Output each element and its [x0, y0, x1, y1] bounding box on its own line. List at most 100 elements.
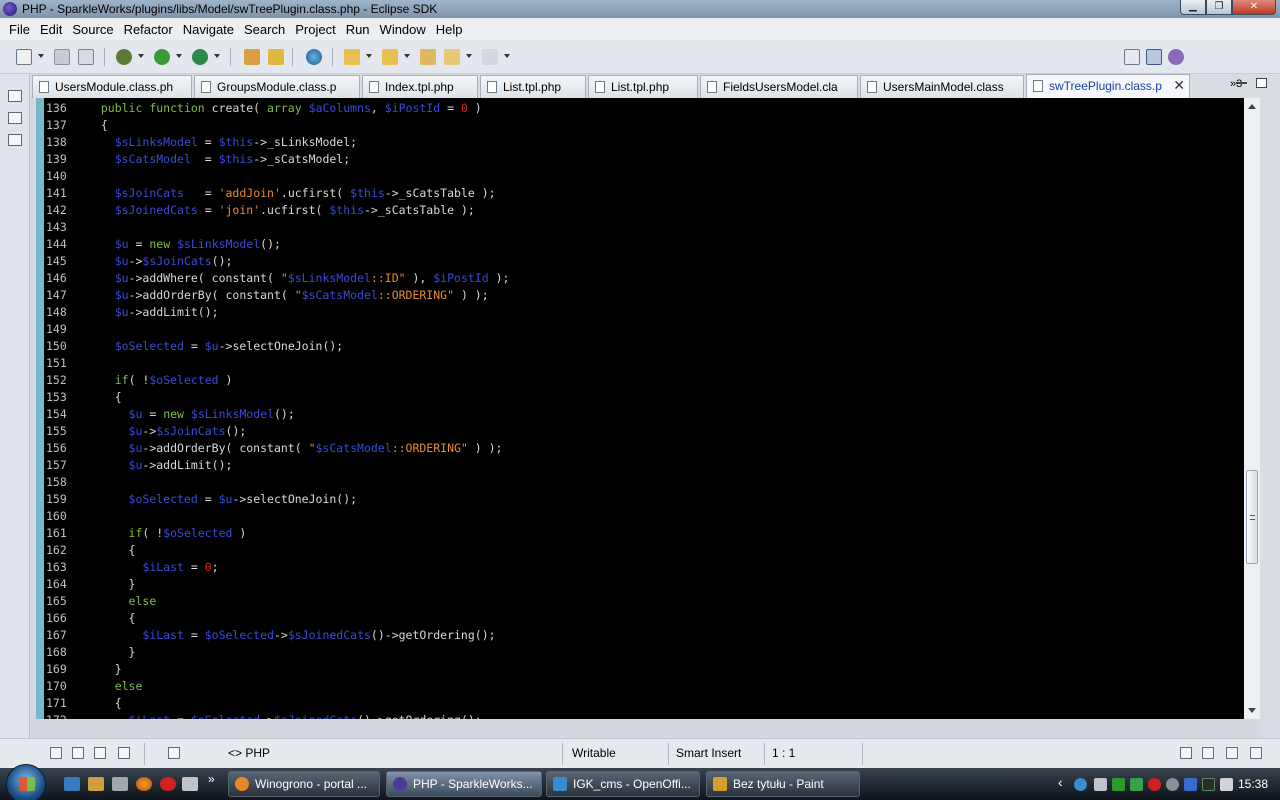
open-type-icon[interactable] — [244, 49, 260, 65]
maximize-button[interactable]: ❐ — [1206, 0, 1232, 15]
code-line[interactable]: $sCatsModel = $this->_sCatsModel; — [87, 151, 350, 168]
code-line[interactable]: $iLast = $oSelected->$sJoinedCats()->get… — [87, 627, 495, 644]
tab-users-main-model[interactable]: UsersMainModel.class — [860, 75, 1024, 98]
close-tab-icon[interactable]: ✕ — [1173, 77, 1185, 94]
scroll-thumb[interactable] — [1246, 470, 1258, 564]
new-dropdown-icon[interactable] — [38, 54, 44, 58]
globe-icon[interactable] — [306, 49, 322, 65]
code-line[interactable]: $u->addLimit(); — [87, 304, 219, 321]
quicklaunch-overflow[interactable]: » — [208, 772, 215, 786]
previous-annotation-dropdown-icon[interactable] — [404, 54, 410, 58]
code-line[interactable]: $iLast = $oSelected->$sJoinedCats()->get… — [87, 712, 482, 719]
taskbar-item-winogrono[interactable]: Winogrono - portal ... — [228, 771, 380, 797]
users-icon[interactable] — [88, 777, 104, 791]
code-line[interactable]: { — [87, 389, 122, 406]
menu-search[interactable]: Search — [239, 22, 290, 37]
tab-list-tpl-2[interactable]: List.tpl.php — [588, 75, 698, 98]
code-line[interactable]: { — [87, 542, 136, 559]
forward-icon[interactable] — [482, 49, 498, 65]
external-tools-icon[interactable] — [192, 49, 208, 65]
code-line[interactable]: } — [87, 644, 136, 661]
firefox-icon[interactable] — [136, 777, 152, 791]
new-file-icon[interactable] — [16, 49, 32, 65]
run-icon[interactable] — [154, 49, 170, 65]
console-view-icon[interactable] — [1226, 747, 1238, 759]
debug-dropdown-icon[interactable] — [138, 54, 144, 58]
settings-gear-icon[interactable] — [1166, 778, 1179, 791]
tab-list-tpl-1[interactable]: List.tpl.php — [480, 75, 586, 98]
start-button[interactable] — [6, 764, 46, 800]
hierarchy-view-icon[interactable] — [94, 747, 106, 759]
next-annotation-icon[interactable] — [344, 49, 360, 65]
opera-icon[interactable] — [160, 777, 176, 791]
code-line[interactable]: $u->addLimit(); — [87, 457, 233, 474]
volume-icon[interactable] — [1220, 778, 1233, 791]
fast-view-icon[interactable] — [50, 747, 62, 759]
show-desktop-icon[interactable] — [64, 777, 80, 791]
menu-help[interactable]: Help — [431, 22, 468, 37]
new-view-icon[interactable] — [168, 747, 180, 759]
tray-expand-icon[interactable]: ‹ — [1058, 774, 1063, 790]
menu-project[interactable]: Project — [290, 22, 340, 37]
close-button[interactable]: ✕ — [1232, 0, 1276, 15]
tab-fields-users-model[interactable]: FieldsUsersModel.cla — [700, 75, 858, 98]
menu-source[interactable]: Source — [67, 22, 118, 37]
taskbar-item-eclipse[interactable]: PHP - SparkleWorks... — [386, 771, 542, 797]
print-icon[interactable] — [78, 49, 94, 65]
task-view-icon[interactable] — [118, 747, 130, 759]
code-line[interactable]: { — [87, 117, 108, 134]
restore-panel-icon[interactable] — [1180, 747, 1192, 759]
speedfan-icon[interactable] — [1184, 778, 1197, 791]
tab-groups-module[interactable]: GroupsModule.class.p — [194, 75, 360, 98]
maximize-editor-icon[interactable] — [1256, 78, 1267, 88]
tab-index-tpl[interactable]: Index.tpl.php — [362, 75, 478, 98]
battery-icon[interactable] — [1112, 778, 1125, 791]
code-line[interactable]: $u->addOrderBy( constant( "$sCatsModel::… — [87, 440, 503, 457]
back-dropdown-icon[interactable] — [466, 54, 472, 58]
tab-overflow-button[interactable]: »3 — [1230, 78, 1242, 90]
problems-view-icon[interactable] — [1202, 747, 1214, 759]
minimize-editor-icon[interactable] — [1236, 82, 1247, 84]
last-edit-icon[interactable] — [420, 49, 436, 65]
menu-edit[interactable]: Edit — [35, 22, 67, 37]
code-line[interactable]: $oSelected = $u->selectOneJoin(); — [87, 338, 344, 355]
minimize-button[interactable]: ▁ — [1180, 0, 1206, 15]
previous-annotation-icon[interactable] — [382, 49, 398, 65]
code-line[interactable]: $u->addOrderBy( constant( "$sCatsModel::… — [87, 287, 489, 304]
code-line[interactable]: { — [87, 695, 122, 712]
back-icon[interactable] — [444, 49, 460, 65]
editor-vertical-scrollbar[interactable] — [1244, 98, 1260, 719]
drive-icon[interactable] — [112, 777, 128, 791]
taskbar-item-paint[interactable]: Bez tytułu - Paint — [706, 771, 860, 797]
terminal-view-icon[interactable] — [1250, 747, 1262, 759]
code-line[interactable]: $u->$sJoinCats(); — [87, 423, 247, 440]
code-line[interactable]: $oSelected = $u->selectOneJoin(); — [87, 491, 358, 508]
run-dropdown-icon[interactable] — [176, 54, 182, 58]
save-icon[interactable] — [54, 49, 70, 65]
antivirus-icon[interactable] — [1148, 778, 1161, 791]
menu-navigate[interactable]: Navigate — [178, 22, 239, 37]
code-line[interactable]: $u = new $sLinksModel(); — [87, 406, 295, 423]
type-hierarchy-icon[interactable] — [8, 112, 22, 124]
taskbar-clock[interactable]: 15:38 — [1238, 777, 1268, 791]
code-line[interactable]: } — [87, 661, 122, 678]
menu-refactor[interactable]: Refactor — [119, 22, 178, 37]
outline-view-icon[interactable] — [72, 747, 84, 759]
network-icon[interactable] — [1074, 778, 1087, 791]
external-tools-dropdown-icon[interactable] — [214, 54, 220, 58]
menu-run[interactable]: Run — [341, 22, 375, 37]
open-perspective-icon[interactable] — [1124, 49, 1140, 65]
monitor-icon[interactable] — [1130, 778, 1143, 791]
scroll-up-icon[interactable] — [1248, 104, 1256, 109]
cpu-meter-icon[interactable] — [1202, 778, 1215, 791]
code-line[interactable]: $sLinksModel = $this->_sLinksModel; — [87, 134, 357, 151]
debug-perspective-icon[interactable] — [1168, 49, 1184, 65]
code-line[interactable]: if( !$oSelected ) — [87, 525, 247, 542]
next-annotation-dropdown-icon[interactable] — [366, 54, 372, 58]
outline-icon[interactable] — [8, 134, 22, 146]
code-line[interactable]: $u->$sJoinCats(); — [87, 253, 233, 270]
tab-sw-tree-plugin[interactable]: swTreePlugin.class.p ✕ — [1026, 74, 1190, 98]
code-line[interactable]: if( !$oSelected ) — [87, 372, 233, 389]
forward-dropdown-icon[interactable] — [504, 54, 510, 58]
code-line[interactable]: } — [87, 576, 136, 593]
